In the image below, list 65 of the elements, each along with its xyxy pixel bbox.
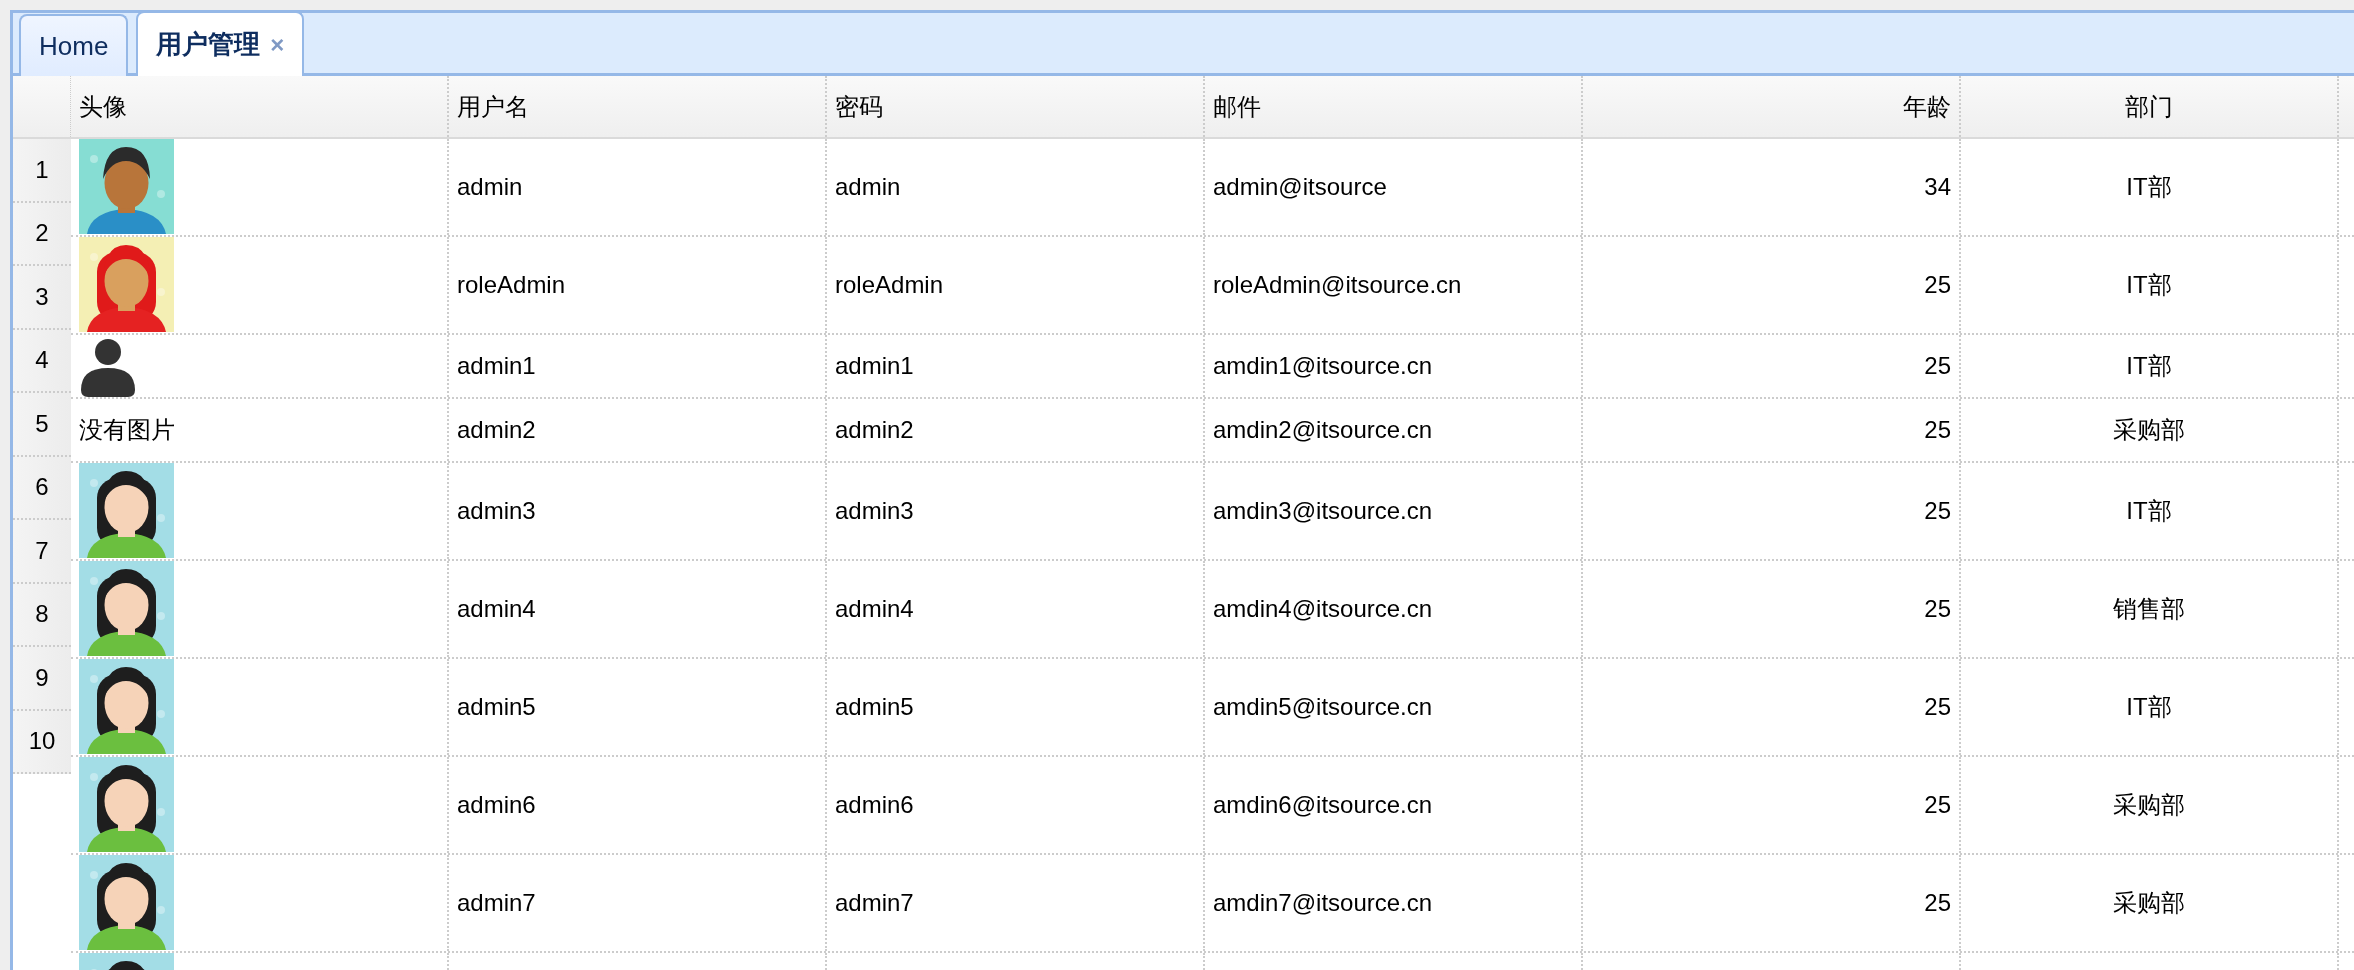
table-cell-text: amdin4@itsource.cn	[1213, 594, 1433, 624]
table-cell-text: amdin2@itsource.cn	[1213, 415, 1433, 445]
table-cell-text: IT部	[2126, 692, 2172, 722]
table-cell-text: 销售部	[2113, 594, 2185, 624]
table-cell-text: 没有图片	[79, 415, 175, 445]
table-cell-text: admin@itsource	[1213, 172, 1387, 202]
table-cell-text: admin	[457, 172, 523, 202]
table-cell-text: amdin7@itsource.cn	[1213, 888, 1433, 918]
row-number: 5	[13, 393, 71, 457]
user-icon	[79, 338, 137, 398]
table-cell-text: admin4	[835, 594, 914, 624]
table-cell-text: admin2	[835, 415, 914, 445]
column-header[interactable]: 头像	[79, 88, 127, 125]
row-number: 9	[13, 647, 71, 711]
table-cell-text: 25	[1924, 594, 1951, 624]
table-cell-text: amdin3@itsource.cn	[1213, 496, 1433, 526]
row-number: 4	[13, 329, 71, 393]
table-cell-text: admin6	[457, 790, 536, 820]
column-header[interactable]: 部门	[2125, 88, 2173, 125]
column-header[interactable]: 邮件	[1213, 88, 1261, 125]
table-cell-text: IT部	[2126, 172, 2172, 202]
row-number: 1	[13, 139, 71, 203]
row-number: 6	[13, 456, 71, 520]
table-cell-text: admin	[835, 172, 901, 202]
tab[interactable]: 用户管理 ×	[136, 13, 305, 76]
table-cell-text: admin3	[457, 496, 536, 526]
column-header[interactable]: 用户名	[457, 88, 529, 125]
row-number: 3	[13, 266, 71, 330]
table-cell-text: amdin6@itsource.cn	[1213, 790, 1433, 820]
row-number: 10	[13, 710, 71, 774]
table-cell-text: amdin5@itsource.cn	[1213, 692, 1433, 722]
table-cell-text: IT部	[2126, 496, 2172, 526]
table-cell-text: 25	[1924, 496, 1951, 526]
table-cell-text: admin7	[835, 888, 914, 918]
column-header[interactable]: 密码	[835, 88, 883, 125]
table-cell-text: roleAdmin@itsource.cn	[1213, 270, 1462, 300]
table-cell-text: IT部	[2126, 351, 2172, 381]
row-number: 8	[13, 583, 71, 647]
table-cell-text: roleAdmin	[835, 270, 944, 300]
row-number: 2	[13, 202, 71, 266]
table-cell-text: admin5	[835, 692, 914, 722]
table-cell-text: admin7	[457, 888, 536, 918]
tab[interactable]: Home	[19, 14, 129, 76]
table-cell-text: admin5	[457, 692, 536, 722]
row-number: 7	[13, 520, 71, 584]
table-cell-text: 34	[1924, 172, 1951, 202]
table-cell-text: admin2	[457, 415, 536, 445]
table-cell-text: admin4	[457, 594, 536, 624]
table-cell-text: 采购部	[2113, 415, 2185, 445]
table-cell-text: admin3	[835, 496, 914, 526]
table-cell-text: roleAdmin	[457, 270, 566, 300]
table-cell-text: admin1	[835, 351, 914, 381]
table-cell-text: 25	[1924, 270, 1951, 300]
table-cell-text: admin6	[835, 790, 914, 820]
table-cell-text: 25	[1924, 692, 1951, 722]
column-header[interactable]: 年龄	[1903, 88, 1951, 125]
table-cell-text: amdin1@itsource.cn	[1213, 351, 1433, 381]
table-cell-text: 25	[1924, 351, 1951, 381]
table-cell-text: admin1	[457, 351, 536, 381]
table-cell-text: IT部	[2126, 270, 2172, 300]
table-cell-text: 25	[1924, 888, 1951, 918]
table-cell-text: 采购部	[2113, 790, 2185, 820]
table-cell-text: 采购部	[2113, 888, 2185, 918]
table-cell-text: 25	[1924, 790, 1951, 820]
table-cell-text: 25	[1924, 415, 1951, 445]
